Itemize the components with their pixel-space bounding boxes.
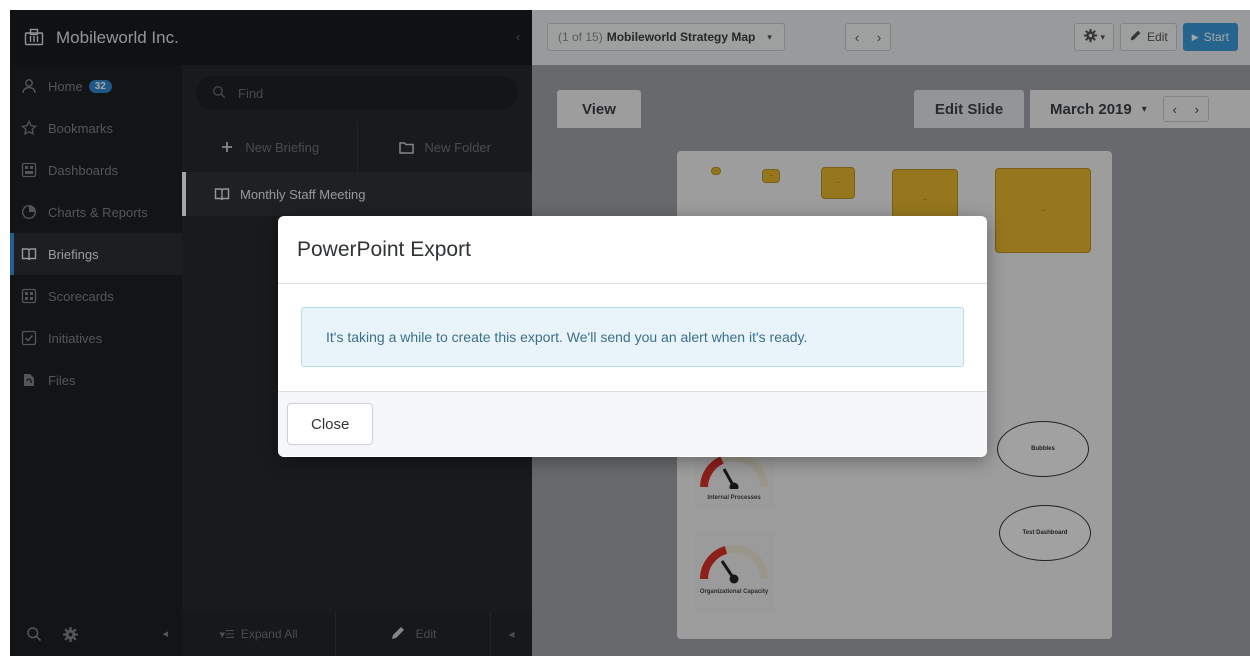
- dialog-header: PowerPoint Export: [278, 216, 987, 284]
- info-alert: It's taking a while to create this expor…: [301, 307, 964, 367]
- alert-message: It's taking a while to create this expor…: [326, 329, 808, 345]
- dialog-footer: Close: [278, 392, 987, 456]
- dialog-title: PowerPoint Export: [297, 237, 471, 261]
- powerpoint-export-dialog: PowerPoint Export It's taking a while to…: [278, 216, 987, 457]
- close-button[interactable]: Close: [287, 403, 374, 445]
- dialog-body: It's taking a while to create this expor…: [278, 284, 987, 392]
